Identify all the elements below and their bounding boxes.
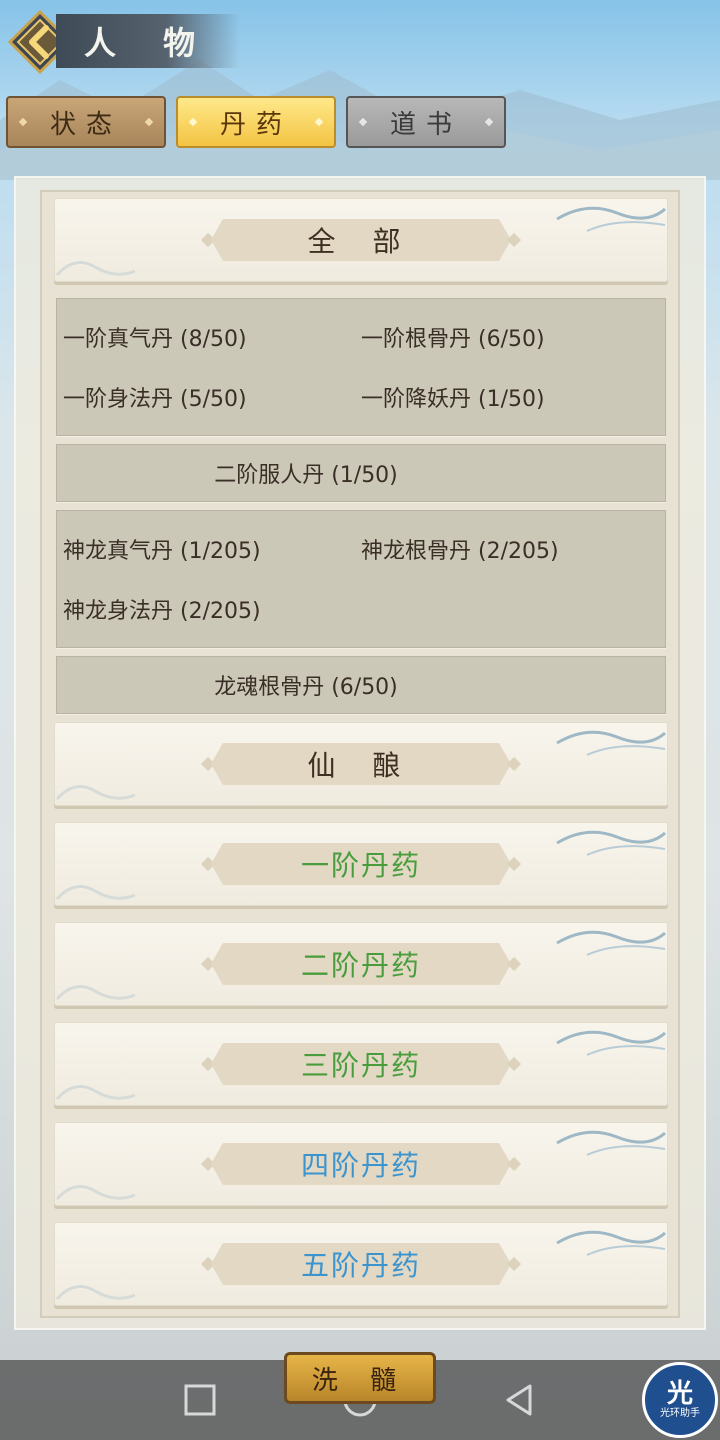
category-label: 三阶丹药: [300, 1049, 421, 1082]
diamond-icon: [506, 1156, 522, 1172]
category-tier3[interactable]: 三阶丹药: [54, 1022, 668, 1106]
diamond-icon: [484, 117, 494, 127]
assistant-badge[interactable]: 光 光环助手: [642, 1362, 718, 1438]
back-triangle-icon[interactable]: [500, 1380, 540, 1420]
tab-bar: 状态 丹药 道书: [6, 96, 506, 148]
diamond-icon: [18, 117, 28, 127]
cloud-icon: [556, 730, 666, 756]
category-xianniang[interactable]: 仙 酿: [54, 722, 668, 806]
wash-marrow-label: 洗 髓: [311, 1365, 409, 1396]
assistant-logo-icon: 光: [666, 1379, 693, 1409]
cloud-icon: [556, 1130, 666, 1156]
diamond-icon: [314, 117, 324, 127]
cloud-icon: [55, 985, 136, 1001]
category-label-bar: 二阶丹药: [211, 943, 511, 985]
item-group: 神龙真气丹 (1/205) 神龙根骨丹 (2/205) 神龙身法丹 (2/205…: [56, 510, 666, 648]
list-item[interactable]: 一阶根骨丹 (6/50): [361, 307, 659, 367]
list-item[interactable]: 龙魂根骨丹 (6/50): [63, 663, 659, 707]
item-group: 一阶真气丹 (8/50) 一阶根骨丹 (6/50) 一阶身法丹 (5/50) 一…: [56, 298, 666, 436]
diamond-icon: [506, 1056, 522, 1072]
pill-list-panel[interactable]: 全 部 一阶真气丹 (8/50) 一阶根骨丹 (6/50) 一阶身法丹 (5/5…: [40, 190, 680, 1318]
category-label: 全 部: [307, 225, 415, 258]
item-group: 二阶服人丹 (1/50): [56, 444, 666, 502]
cloud-icon: [55, 785, 136, 801]
category-label-bar: 仙 酿: [211, 743, 511, 785]
category-label-bar: 五阶丹药: [211, 1243, 511, 1285]
list-item[interactable]: 一阶真气丹 (8/50): [63, 307, 361, 367]
category-tier2[interactable]: 二阶丹药: [54, 922, 668, 1006]
diamond-icon: [506, 756, 522, 772]
category-tier1[interactable]: 一阶丹药: [54, 822, 668, 906]
cloud-icon: [55, 261, 136, 277]
cloud-icon: [55, 1085, 136, 1101]
tab-label: 道书: [389, 109, 462, 140]
cloud-icon: [556, 1030, 666, 1056]
tab-label: 状态: [49, 109, 122, 140]
assistant-label: 光环助手: [660, 1408, 700, 1419]
title-plate: 人 物: [56, 14, 240, 68]
tab-books[interactable]: 道书: [346, 96, 506, 148]
category-label-bar: 一阶丹药: [211, 843, 511, 885]
tab-status[interactable]: 状态: [6, 96, 166, 148]
category-tier5[interactable]: 五阶丹药: [54, 1222, 668, 1306]
diamond-icon: [506, 856, 522, 872]
item-group: 龙魂根骨丹 (6/50): [56, 656, 666, 714]
category-label: 五阶丹药: [300, 1249, 421, 1282]
tab-label: 丹药: [219, 109, 292, 140]
header: 人 物: [0, 0, 720, 90]
diamond-icon: [506, 232, 522, 248]
tab-pills[interactable]: 丹药: [176, 96, 336, 148]
wash-marrow-button[interactable]: 洗 髓: [284, 1352, 436, 1404]
cloud-icon: [556, 830, 666, 856]
diamond-icon: [358, 117, 368, 127]
page-title: 人 物: [84, 24, 214, 62]
category-label-bar: 三阶丹药: [211, 1043, 511, 1085]
cloud-icon: [556, 1230, 666, 1256]
category-all[interactable]: 全 部: [54, 198, 668, 282]
category-label-bar: 四阶丹药: [211, 1143, 511, 1185]
cloud-icon: [55, 885, 136, 901]
category-label: 二阶丹药: [300, 949, 421, 982]
category-label: 仙 酿: [307, 749, 415, 782]
list-item[interactable]: 二阶服人丹 (1/50): [63, 451, 659, 495]
recent-apps-icon[interactable]: [180, 1380, 220, 1420]
list-item[interactable]: 一阶降妖丹 (1/50): [361, 367, 659, 427]
category-tier4[interactable]: 四阶丹药: [54, 1122, 668, 1206]
cloud-icon: [55, 1185, 136, 1201]
list-item[interactable]: 一阶身法丹 (5/50): [63, 367, 361, 427]
diamond-icon: [144, 117, 154, 127]
category-label: 四阶丹药: [300, 1149, 421, 1182]
cloud-icon: [55, 1285, 136, 1301]
diamond-icon: [506, 956, 522, 972]
list-item[interactable]: 神龙真气丹 (1/205): [63, 519, 361, 579]
diamond-icon: [506, 1256, 522, 1272]
category-label: 一阶丹药: [300, 849, 421, 882]
category-label-bar: 全 部: [211, 219, 511, 261]
list-item[interactable]: 神龙根骨丹 (2/205): [361, 519, 659, 579]
pill-list: 全 部 一阶真气丹 (8/50) 一阶根骨丹 (6/50) 一阶身法丹 (5/5…: [54, 198, 668, 1316]
cloud-icon: [556, 206, 666, 232]
list-item[interactable]: 神龙身法丹 (2/205): [63, 579, 361, 639]
cloud-icon: [556, 930, 666, 956]
diamond-icon: [188, 117, 198, 127]
